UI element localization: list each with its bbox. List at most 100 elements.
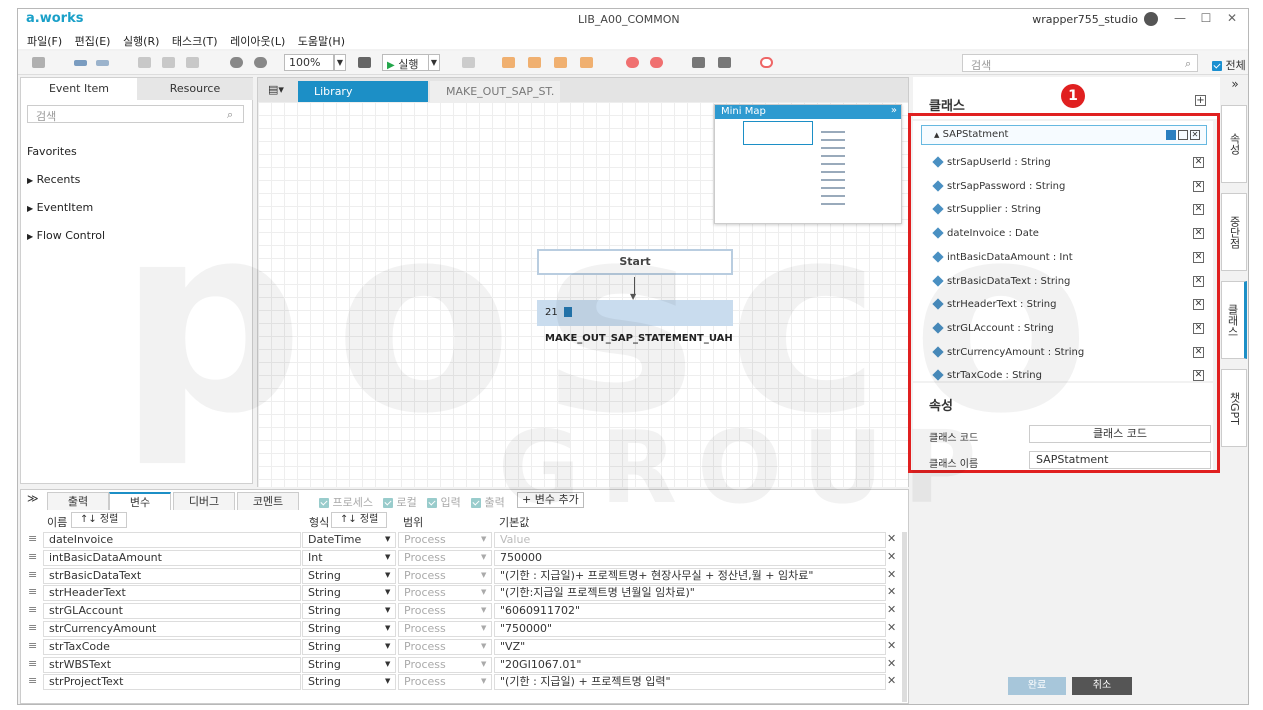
delete-row-icon[interactable]: ✕ <box>887 568 901 584</box>
drag-handle-icon[interactable]: ≡ <box>23 585 43 602</box>
var-scope-select[interactable]: Process <box>398 532 492 548</box>
favorites-label[interactable]: Favorites <box>27 145 77 158</box>
cut-icon[interactable] <box>138 57 151 68</box>
var-name-field[interactable]: intBasicDataAmount <box>43 549 301 566</box>
chevron-down-icon[interactable]: ▼ <box>385 532 395 548</box>
user-name[interactable]: wrapper755_studio <box>1032 13 1138 26</box>
var-name-field[interactable]: dateInvoice <box>43 532 301 548</box>
side-tab-class[interactable]: 클래스 <box>1221 281 1247 359</box>
drag-handle-icon[interactable]: ≡ <box>23 638 43 655</box>
step-into-icon[interactable] <box>528 57 541 68</box>
chevron-down-icon[interactable]: ▼ <box>481 621 491 637</box>
flow-node[interactable]: 21 MAKE_OUT_SAP_STATEMENT_UAH <box>537 300 733 344</box>
left-search-input[interactable]: 검색 <box>27 105 244 123</box>
back-arrow-icon[interactable] <box>74 60 87 66</box>
chevron-down-icon[interactable]: ▼ <box>385 657 395 673</box>
cancel-button[interactable]: 취소 <box>1072 677 1132 695</box>
align-icon[interactable] <box>692 57 705 68</box>
collapse-minimap-icon[interactable]: » <box>891 105 897 116</box>
var-default-field[interactable]: "20GI1067.01" <box>494 656 886 673</box>
file-menu-icon[interactable]: ▤▾ <box>268 83 284 96</box>
minimap[interactable]: Mini Map » <box>714 104 902 224</box>
toolbar-search-input[interactable]: 검색 <box>962 54 1198 72</box>
distribute-icon[interactable] <box>718 57 731 68</box>
drag-handle-icon[interactable]: ≡ <box>23 621 43 637</box>
collapse-side-icon[interactable]: » <box>1221 77 1248 99</box>
var-scope-select[interactable]: Process <box>398 603 492 620</box>
var-type-select[interactable]: String <box>302 567 396 584</box>
var-scope-select[interactable]: Process <box>398 621 492 637</box>
chevron-down-icon[interactable]: ▼ <box>385 550 395 566</box>
delete-row-icon[interactable]: ✕ <box>887 603 901 619</box>
tree-item-eventitem[interactable]: ▶ EventItem <box>27 201 93 214</box>
var-default-field[interactable]: "6060911702" <box>494 603 886 620</box>
var-default-field[interactable]: 750000 <box>494 549 886 566</box>
stop-icon[interactable] <box>462 57 475 68</box>
add-variable-button[interactable]: + 변수 추가 <box>517 492 584 508</box>
record-video-icon[interactable] <box>358 57 371 68</box>
var-default-field[interactable]: "(기한 : 지급일)+ 프로젝트명+ 현장사무실 + 정산년,월 + 임차료" <box>494 567 886 584</box>
sort-type-button[interactable]: ↑↓ 정렬 <box>331 512 388 528</box>
menu-task[interactable]: 태스크(T) <box>172 33 218 49</box>
breakpoint-icon[interactable] <box>626 57 639 68</box>
delete-row-icon[interactable]: ✕ <box>887 639 901 655</box>
filter-input[interactable]: 입력 <box>427 494 461 510</box>
var-type-select[interactable]: String <box>302 603 396 620</box>
var-name-field[interactable]: strBasicDataText <box>43 567 301 584</box>
tree-item-recents[interactable]: ▶ Recents <box>27 173 80 186</box>
chevron-down-icon[interactable]: ▼ <box>481 532 491 548</box>
var-scope-select[interactable]: Process <box>398 638 492 655</box>
step-back-icon[interactable] <box>580 57 593 68</box>
menu-layout[interactable]: 레이아웃(L) <box>230 33 285 49</box>
side-tab-properties[interactable]: 속성 <box>1221 105 1247 183</box>
chevron-down-icon[interactable]: ▼ <box>385 639 395 655</box>
save-icon[interactable] <box>32 57 45 68</box>
zoom-in-icon[interactable] <box>230 57 243 68</box>
var-name-field[interactable]: strTaxCode <box>43 638 301 655</box>
tab-make-out-sap[interactable]: MAKE_OUT_SAP_ST. ✕ <box>430 81 560 119</box>
delete-row-icon[interactable]: ✕ <box>887 532 901 548</box>
delete-row-icon[interactable]: ✕ <box>887 657 901 673</box>
var-type-select[interactable]: String <box>302 585 396 602</box>
var-scope-select[interactable]: Process <box>398 585 492 602</box>
scrollbar[interactable] <box>902 532 907 702</box>
chevron-down-icon[interactable]: ▼ <box>481 550 491 566</box>
var-scope-select[interactable]: Process <box>398 656 492 673</box>
filter-local[interactable]: 로컬 <box>383 494 417 510</box>
forward-arrow-icon[interactable] <box>96 60 109 66</box>
var-default-field[interactable]: "VZ" <box>494 638 886 655</box>
var-default-field[interactable]: Value <box>494 532 886 548</box>
step-over-icon[interactable] <box>502 57 515 68</box>
chevron-down-icon[interactable]: ▼ <box>385 568 395 584</box>
drag-handle-icon[interactable]: ≡ <box>23 532 43 548</box>
var-name-field[interactable]: strProjectText <box>43 674 301 691</box>
chevron-down-icon[interactable]: ▼ <box>385 674 395 690</box>
chevron-down-icon[interactable]: ▼ <box>481 568 491 584</box>
step-out-icon[interactable] <box>554 57 567 68</box>
filter-process[interactable]: 프로세스 <box>319 494 373 510</box>
add-class-icon[interactable]: + <box>1195 95 1206 106</box>
left-search-icon[interactable]: ⌕ <box>227 108 233 122</box>
side-tab-breakpoints[interactable]: 중단점 <box>1221 193 1247 271</box>
delete-row-icon[interactable]: ✕ <box>887 550 901 566</box>
delete-row-icon[interactable]: ✕ <box>887 621 901 637</box>
tab-debug[interactable]: 디버그 <box>173 492 235 510</box>
menu-file[interactable]: 파일(F) <box>27 33 62 49</box>
zoom-out-icon[interactable] <box>254 57 267 68</box>
menu-help[interactable]: 도움말(H) <box>298 33 345 49</box>
close-button[interactable]: ✕ <box>1222 11 1242 25</box>
minimap-viewport[interactable] <box>743 121 813 145</box>
minimize-button[interactable]: — <box>1170 11 1190 25</box>
paste-icon[interactable] <box>186 57 199 68</box>
var-name-field[interactable]: strHeaderText <box>43 585 301 602</box>
zoom-select[interactable]: 100% <box>284 54 334 71</box>
delete-row-icon[interactable]: ✕ <box>887 674 901 690</box>
chevron-down-icon[interactable]: ▼ <box>385 621 395 637</box>
chevron-down-icon[interactable]: ▼ <box>481 674 491 690</box>
zoom-dropdown-icon[interactable]: ▼ <box>334 54 346 71</box>
delete-row-icon[interactable]: ✕ <box>887 585 901 601</box>
tab-resource[interactable]: Resource <box>137 78 253 100</box>
avatar-icon[interactable] <box>1144 12 1158 26</box>
var-scope-select[interactable]: Process <box>398 549 492 566</box>
var-type-select[interactable]: String <box>302 638 396 655</box>
